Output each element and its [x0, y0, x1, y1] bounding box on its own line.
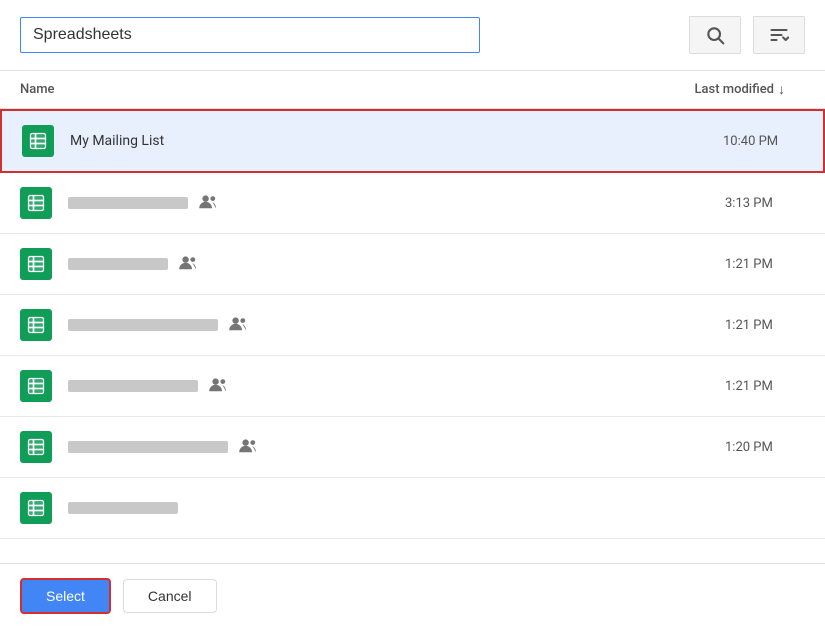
- shared-icon: [208, 376, 228, 397]
- shared-icon: [178, 254, 198, 275]
- sort-button[interactable]: [753, 16, 805, 54]
- redacted-name-bar: [68, 319, 218, 331]
- file-modified-time: 1:21 PM: [725, 257, 805, 272]
- table-row[interactable]: 1:21 PM: [0, 356, 825, 417]
- spreadsheet-icon: [20, 370, 52, 402]
- dialog-header: [0, 0, 825, 71]
- file-name: [68, 315, 725, 336]
- spreadsheet-picker-dialog: Name Last modified ↓ My Mailing List 10:4…: [0, 0, 825, 628]
- file-name: [68, 254, 725, 275]
- file-modified-time: 1:21 PM: [725, 379, 805, 394]
- redacted-name-bar: [68, 197, 188, 209]
- cancel-button[interactable]: Cancel: [123, 579, 217, 613]
- spreadsheet-icon: [20, 431, 52, 463]
- dialog-footer: Select Cancel: [0, 563, 825, 628]
- file-list: My Mailing List10:40 PM 3:13 PM 1:21: [0, 109, 825, 563]
- search-input-wrapper: [20, 17, 677, 53]
- spreadsheet-icon: [20, 187, 52, 219]
- search-input[interactable]: [20, 17, 480, 53]
- file-name: [68, 502, 725, 514]
- select-button[interactable]: Select: [20, 578, 111, 614]
- sort-icon: [769, 25, 789, 45]
- sort-arrow-icon: ↓: [778, 81, 785, 98]
- spreadsheet-icon: [20, 248, 52, 280]
- table-row[interactable]: [0, 478, 825, 539]
- file-name: [68, 193, 725, 214]
- file-name: [68, 376, 725, 397]
- column-modified-header[interactable]: Last modified ↓: [694, 81, 805, 98]
- last-modified-label: Last modified: [694, 82, 774, 97]
- table-row[interactable]: 3:13 PM: [0, 173, 825, 234]
- shared-icon: [238, 437, 258, 458]
- table-row[interactable]: My Mailing List 10:40 PM: [0, 109, 825, 173]
- shared-icon: [228, 315, 248, 336]
- table-row[interactable]: 1:21 PM: [0, 234, 825, 295]
- file-modified-time: 1:20 PM: [725, 440, 805, 455]
- file-modified-time: 10:40 PM: [723, 134, 803, 149]
- table-row[interactable]: 1:20 PM: [0, 417, 825, 478]
- spreadsheet-icon: [20, 309, 52, 341]
- redacted-name-bar: [68, 441, 228, 453]
- table-row[interactable]: 1:21 PM: [0, 295, 825, 356]
- search-button[interactable]: [689, 16, 741, 54]
- redacted-name-bar: [68, 502, 178, 514]
- spreadsheet-icon: [20, 492, 52, 524]
- file-name: My Mailing List: [70, 133, 723, 149]
- file-modified-time: 1:21 PM: [725, 318, 805, 333]
- redacted-name-bar: [68, 258, 168, 270]
- file-name-text: My Mailing List: [70, 133, 164, 149]
- shared-icon: [198, 193, 218, 214]
- search-icon: [705, 25, 725, 45]
- column-name-header: Name: [20, 82, 694, 97]
- column-headers: Name Last modified ↓: [0, 71, 825, 109]
- file-modified-time: 3:13 PM: [725, 196, 805, 211]
- redacted-name-bar: [68, 380, 198, 392]
- file-name: [68, 437, 725, 458]
- spreadsheet-icon: [22, 125, 54, 157]
